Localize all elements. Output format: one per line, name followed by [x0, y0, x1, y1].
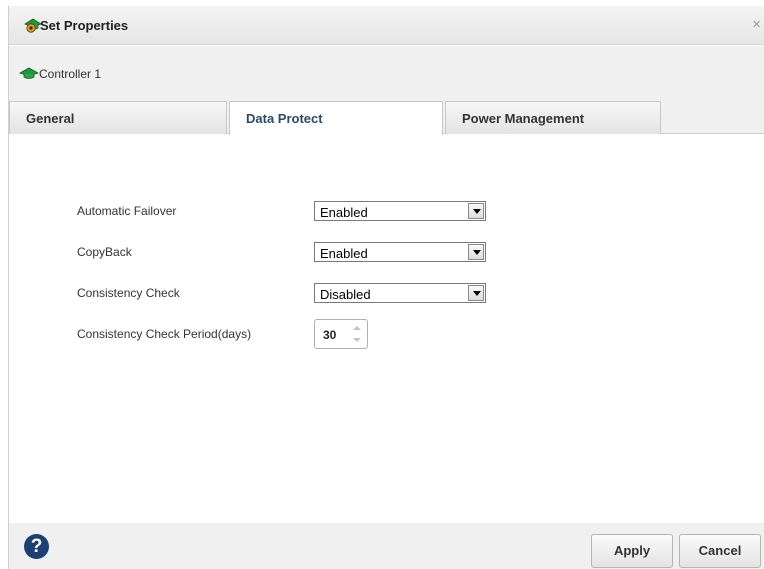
chevron-down-icon[interactable] — [468, 244, 484, 260]
consistency-period-stepper[interactable]: 30 — [314, 319, 368, 349]
dialog-footer: ? Apply Cancel — [9, 523, 764, 569]
chevron-down-icon[interactable] — [468, 203, 484, 219]
consistency-period-label: Consistency Check Period(days) — [77, 327, 252, 341]
set-properties-dialog: Set Properties × Controller 1 General Da… — [8, 6, 764, 569]
chevron-down-icon[interactable] — [349, 335, 365, 347]
controller-icon — [19, 66, 39, 82]
automatic-failover-select[interactable]: Enabled — [314, 201, 486, 221]
apply-button[interactable]: Apply — [591, 534, 673, 568]
tab-data-protect[interactable]: Data Protect — [229, 101, 443, 135]
close-icon[interactable]: × — [752, 16, 761, 33]
copyback-label: CopyBack — [77, 245, 132, 259]
consistency-period-value[interactable]: 30 — [323, 328, 336, 342]
dialog-titlebar: Set Properties × — [9, 6, 764, 45]
tab-general[interactable]: General — [9, 101, 227, 134]
controller-header: Controller 1 — [9, 46, 764, 100]
controller-label: Controller 1 — [39, 67, 102, 81]
copyback-value: Enabled — [320, 246, 368, 261]
cancel-button[interactable]: Cancel — [679, 534, 761, 568]
tab-bar: General Data Protect Power Management — [9, 100, 764, 135]
automatic-failover-label: Automatic Failover — [77, 204, 177, 218]
data-protect-panel: Automatic Failover Enabled CopyBack Enab… — [9, 135, 764, 523]
consistency-check-value: Disabled — [320, 287, 371, 302]
consistency-check-label: Consistency Check — [77, 286, 180, 300]
tab-power-management[interactable]: Power Management — [445, 101, 661, 134]
chevron-up-icon[interactable] — [349, 322, 365, 334]
consistency-check-select[interactable]: Disabled — [314, 283, 486, 303]
chevron-down-icon[interactable] — [468, 285, 484, 301]
help-icon[interactable]: ? — [24, 534, 49, 559]
dialog-title: Set Properties — [40, 18, 129, 33]
copyback-select[interactable]: Enabled — [314, 242, 486, 262]
automatic-failover-value: Enabled — [320, 205, 368, 220]
